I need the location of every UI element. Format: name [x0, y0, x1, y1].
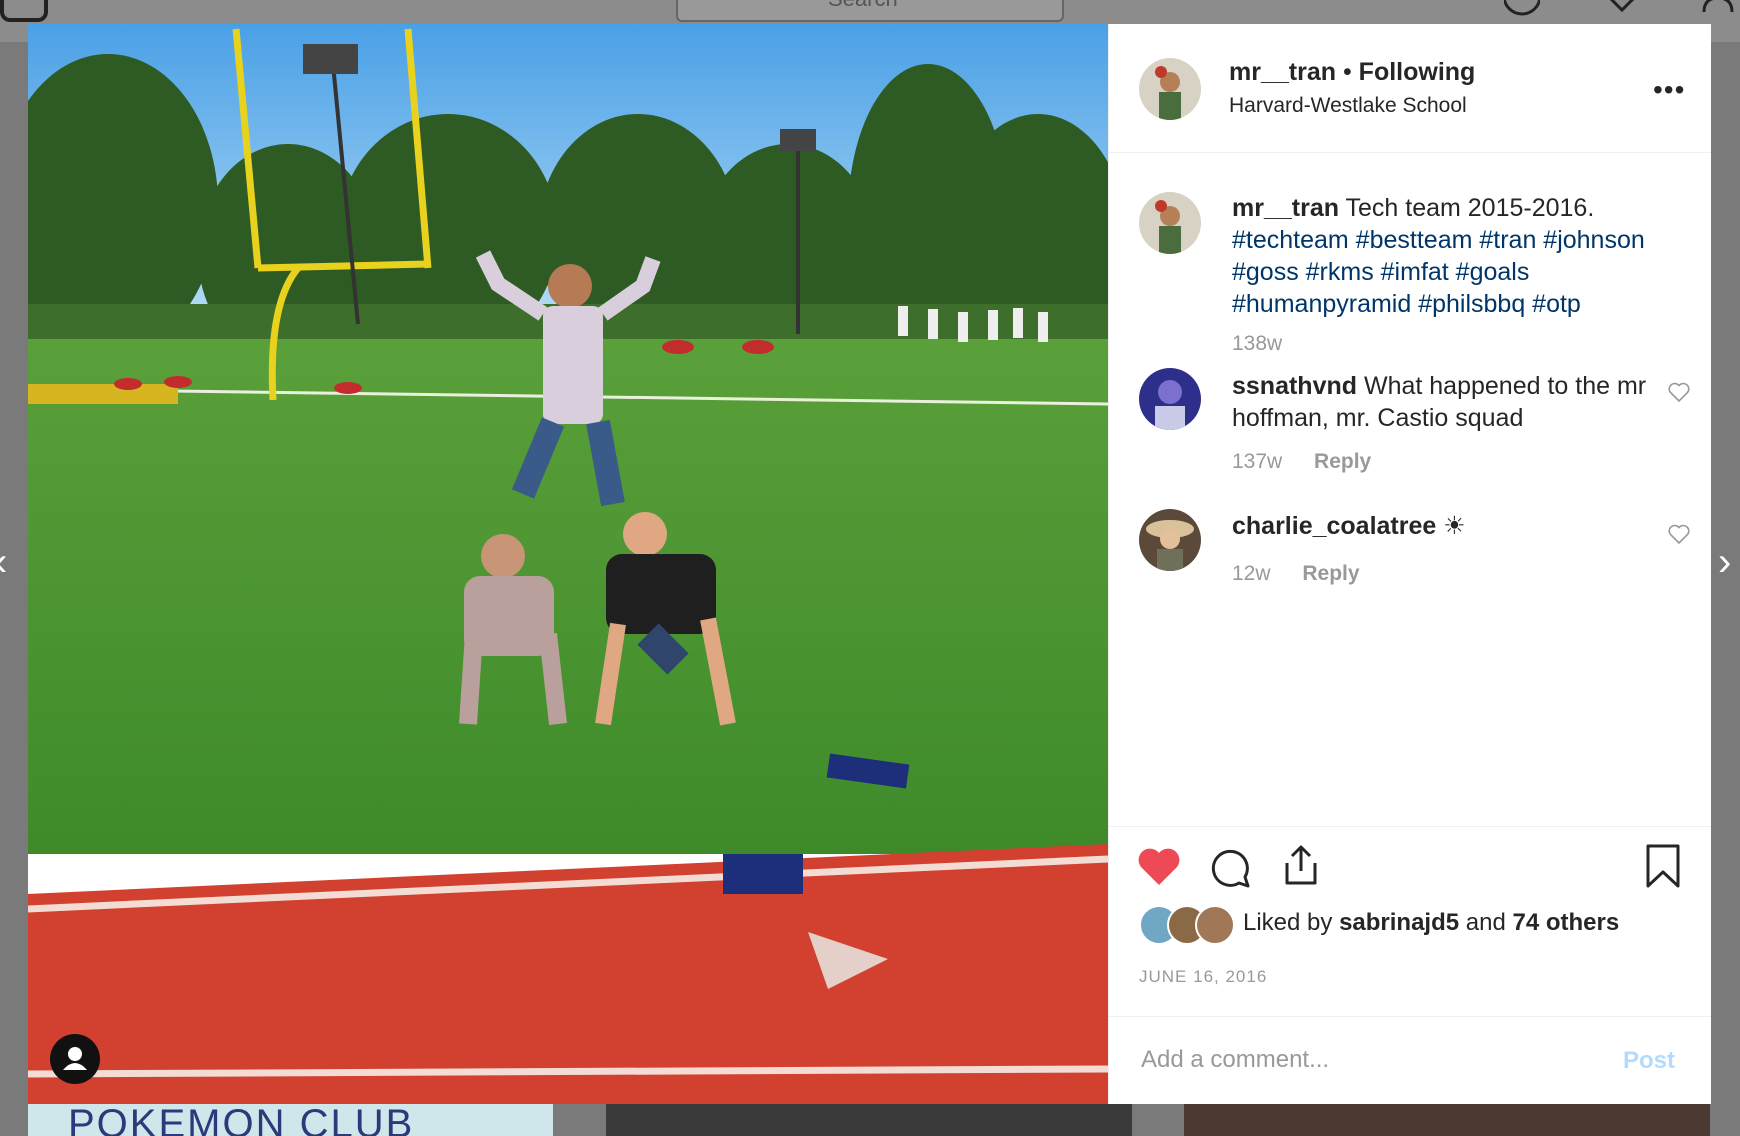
comment-meta: 137w Reply [1232, 450, 1371, 474]
post-header: mr__tran • Following Harvard-Westlake Sc… [1109, 24, 1711, 153]
next-post-arrow-icon[interactable]: › [1718, 540, 1731, 585]
more-options-icon[interactable]: ••• [1653, 74, 1685, 106]
grid-thumbnail[interactable] [1184, 1104, 1710, 1136]
commenter-avatar[interactable] [1139, 368, 1201, 430]
thumbnail-text: POKEMON CLUB [68, 1104, 415, 1136]
like-comment-heart-icon[interactable] [1667, 380, 1691, 404]
activity-heart-icon[interactable] [1604, 0, 1640, 16]
instagram-logo-icon[interactable] [0, 0, 48, 22]
comment-input[interactable] [1139, 1039, 1593, 1081]
liker-avatar[interactable] [1195, 905, 1235, 945]
commenter-avatar[interactable] [1139, 509, 1201, 571]
post-date: JUNE 16, 2016 [1139, 967, 1268, 986]
search-placeholder: Search [828, 0, 898, 12]
reply-button[interactable]: Reply [1302, 562, 1359, 585]
caption-body: Tech team 2015-2016. [1345, 194, 1595, 222]
comment-username[interactable]: ssnathvnd [1232, 372, 1357, 400]
comment: charlie_coalatree ☀ [1232, 510, 1652, 542]
save-bookmark-icon[interactable] [1643, 843, 1683, 889]
previous-post-arrow-icon[interactable]: ‹ [0, 540, 7, 585]
post-actions: Liked by sabrinajd5 and 74 others JUNE 1… [1109, 826, 1711, 1017]
likes-prefix: Liked by [1243, 909, 1333, 936]
comment-age: 137w [1232, 450, 1283, 473]
author-line: mr__tran • Following [1229, 58, 1475, 87]
caption-hashtags[interactable]: #techteam #bestteam #tran #johnson #goss… [1232, 226, 1645, 318]
comment-body: ☀ [1443, 512, 1466, 540]
caption-username[interactable]: mr__tran [1232, 194, 1339, 222]
explore-icon[interactable] [1504, 0, 1540, 16]
caption-avatar[interactable] [1139, 192, 1201, 254]
likes-conj: and [1465, 909, 1506, 936]
likes-summary: Liked by sabrinajd5 and 74 others [1243, 909, 1619, 937]
profile-icon[interactable] [1700, 0, 1736, 16]
add-comment-bar: Post [1109, 1016, 1711, 1105]
liked-heart-icon[interactable] [1137, 847, 1181, 887]
share-icon[interactable] [1281, 843, 1321, 887]
post-comment-button[interactable]: Post [1623, 1047, 1675, 1075]
grid-thumbnail[interactable] [606, 1104, 1132, 1136]
post-details-panel: mr__tran • Following Harvard-Westlake Sc… [1108, 24, 1711, 1104]
likes-user[interactable]: sabrinajd5 [1339, 909, 1459, 936]
author-username[interactable]: mr__tran [1229, 58, 1336, 86]
caption-text: mr__tran Tech team 2015-2016. #techteam … [1232, 192, 1692, 320]
location-link[interactable]: Harvard-Westlake School [1229, 94, 1467, 118]
post-photo[interactable] [28, 24, 1108, 1104]
reply-button[interactable]: Reply [1314, 450, 1371, 473]
separator-dot: • [1342, 58, 1352, 86]
following-button[interactable]: Following [1359, 58, 1476, 86]
likes-others[interactable]: 74 others [1513, 909, 1620, 936]
tagged-user-icon[interactable] [50, 1034, 100, 1084]
comment-meta: 12w Reply [1232, 562, 1360, 586]
comment-username[interactable]: charlie_coalatree [1232, 512, 1436, 540]
comment-icon[interactable] [1209, 847, 1251, 889]
grid-thumbnail[interactable]: POKEMON CLUB [28, 1104, 553, 1136]
caption-age: 138w [1232, 332, 1283, 355]
comment-age: 12w [1232, 562, 1271, 585]
search-box[interactable]: Search [676, 0, 1064, 22]
author-avatar[interactable] [1139, 58, 1201, 120]
like-comment-heart-icon[interactable] [1667, 522, 1691, 546]
comment: ssnathvnd What happened to the mr hoffma… [1232, 370, 1652, 434]
post-modal: mr__tran • Following Harvard-Westlake Sc… [28, 24, 1711, 1104]
